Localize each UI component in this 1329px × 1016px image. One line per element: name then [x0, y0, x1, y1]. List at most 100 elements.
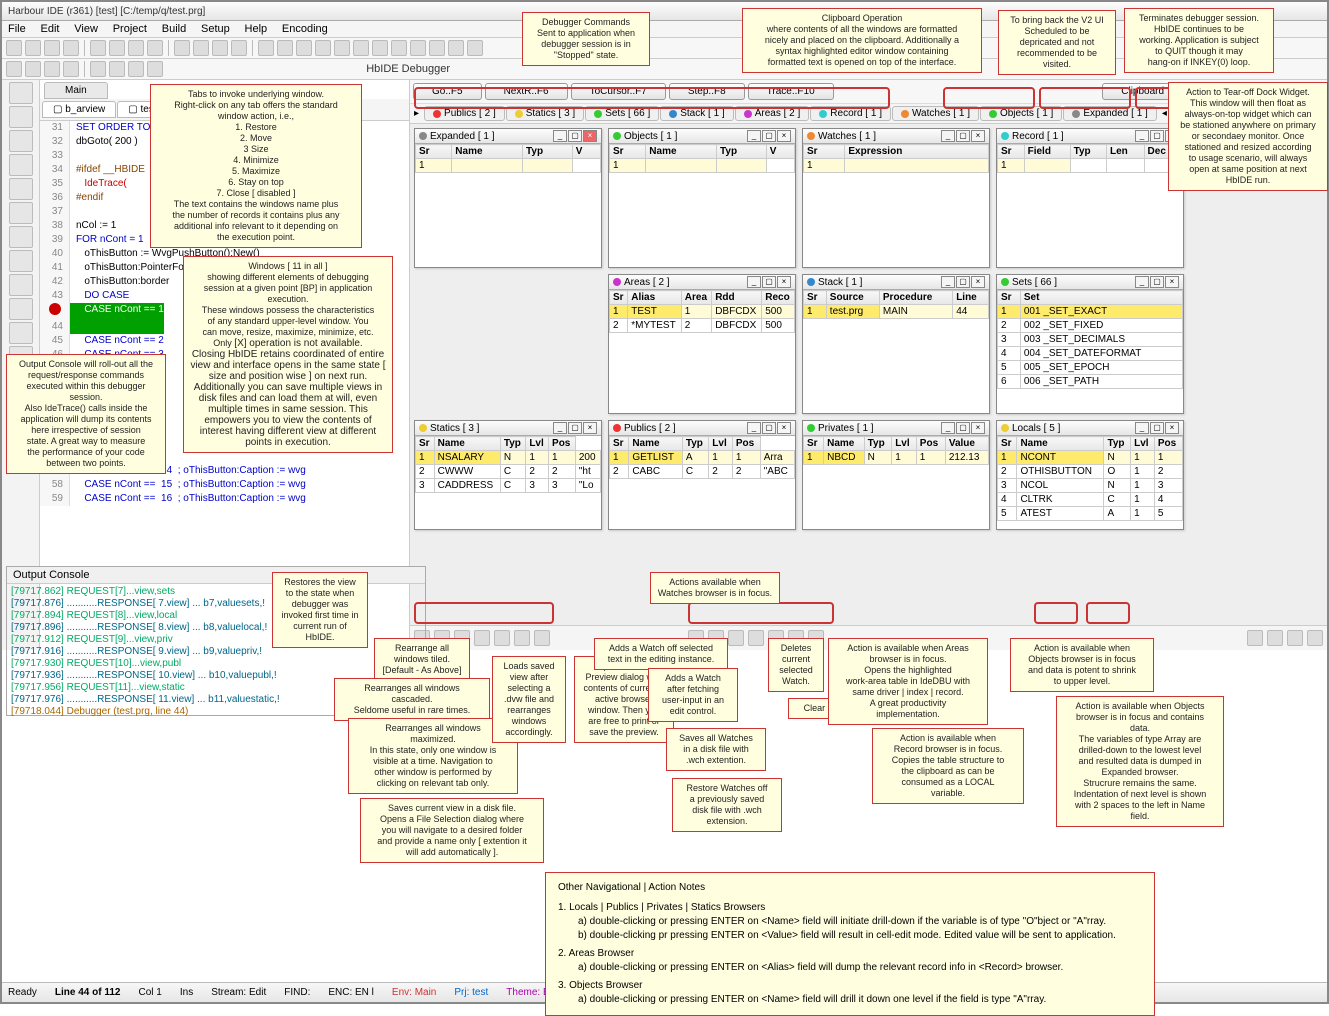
notes-box: Other Navigational | Action Notes 1. Loc… — [545, 872, 1155, 1016]
menu-setup[interactable]: Setup — [201, 23, 230, 35]
dbg-tab[interactable]: Objects [ 1 ] — [980, 106, 1062, 121]
file-tab[interactable]: ▢ b_arview — [42, 101, 116, 118]
win-sets[interactable]: Sets [ 66 ]_▢× SrSet1001 _SET_EXACT2002 … — [996, 274, 1184, 414]
toolbar-icon[interactable] — [128, 61, 144, 77]
status-prj: Prj: test — [454, 987, 488, 998]
menu-file[interactable]: File — [8, 23, 26, 35]
toolbar-icon[interactable] — [6, 40, 22, 56]
toolbar-icon[interactable] — [44, 61, 60, 77]
left-icon[interactable] — [9, 250, 33, 272]
menu-build[interactable]: Build — [162, 23, 186, 35]
foot-watch-restore-icon[interactable] — [748, 630, 764, 646]
callout-addsel: Adds a Watch off selectedtext in the edi… — [594, 638, 728, 670]
toolbar-icon[interactable] — [258, 40, 274, 56]
btn-tocursor[interactable]: ToCursor..F7 — [571, 83, 666, 100]
toolbar-icon[interactable] — [212, 40, 228, 56]
dbg-tab[interactable]: Statics [ 3 ] — [506, 106, 584, 121]
toolbar-icon[interactable] — [231, 40, 247, 56]
dbg-tab[interactable]: Areas [ 2 ] — [735, 106, 810, 121]
win-publics[interactable]: Publics [ 2 ]_▢× SrNameTypLvlPos1GETLIST… — [608, 420, 796, 530]
foot-right-icon[interactable] — [1267, 630, 1283, 646]
callout-tiled: Rearrange allwindows tiled.[Default - As… — [374, 638, 470, 681]
left-icon[interactable] — [9, 298, 33, 320]
left-icon[interactable] — [9, 274, 33, 296]
menu-encoding[interactable]: Encoding — [282, 23, 328, 35]
status-ins: Ins — [180, 987, 193, 998]
foot-save-icon[interactable] — [494, 630, 510, 646]
btn-nextr[interactable]: NextR..F6 — [485, 83, 568, 100]
toolbar-icon[interactable] — [193, 40, 209, 56]
toolbar-icon[interactable] — [429, 40, 445, 56]
foot-right-icon[interactable] — [1247, 630, 1263, 646]
dbg-tab[interactable]: Expanded [ 1 ] — [1063, 106, 1157, 121]
foot-print-icon[interactable] — [534, 630, 550, 646]
callout-windows: Windows [ 11 in all ]showing different e… — [183, 256, 393, 453]
left-icon[interactable] — [9, 202, 33, 224]
toolbar-icon[interactable] — [90, 61, 106, 77]
left-icon[interactable] — [9, 226, 33, 248]
left-icon[interactable] — [9, 154, 33, 176]
menu-project[interactable]: Project — [113, 23, 147, 35]
toolbar-icon[interactable] — [109, 61, 125, 77]
foot-watch-save-icon[interactable] — [728, 630, 744, 646]
win-objects[interactable]: Objects [ 1 ]_▢× SrNameTypV1 — [608, 128, 796, 268]
toolbar-icon[interactable] — [174, 40, 190, 56]
foot-right-icon[interactable] — [1307, 630, 1323, 646]
menu-edit[interactable]: Edit — [41, 23, 60, 35]
foot-maximized-icon[interactable] — [474, 630, 490, 646]
dbg-tab[interactable]: Record [ 1 ] — [810, 106, 891, 121]
win-privates[interactable]: Privates [ 1 ]_▢× SrNameTypLvlPosValue1N… — [802, 420, 990, 530]
toolbar-icon[interactable] — [315, 40, 331, 56]
status-env: Env: Main — [392, 987, 436, 998]
foot-right-icon[interactable] — [1287, 630, 1303, 646]
dbg-tab[interactable]: Watches [ 1 ] — [892, 106, 979, 121]
dbg-tab[interactable]: Publics [ 2 ] — [424, 106, 505, 121]
btn-go[interactable]: Go..F5 — [413, 83, 482, 100]
btn-trace[interactable]: Trace..F10 — [748, 83, 834, 100]
left-icon[interactable] — [9, 322, 33, 344]
win-locals[interactable]: Locals [ 5 ]_▢× SrNameTypLvlPos1NCONTN11… — [996, 420, 1184, 530]
left-icon[interactable] — [9, 130, 33, 152]
toolbar-icon[interactable] — [25, 61, 41, 77]
status-col: Col 1 — [139, 987, 162, 998]
toolbar-icon[interactable] — [410, 40, 426, 56]
main-tab[interactable]: Main — [44, 82, 108, 99]
toolbar-icon[interactable] — [63, 61, 79, 77]
grid-expanded[interactable]: SrNameTypV1 — [415, 144, 601, 173]
toolbar-icon[interactable] — [147, 61, 163, 77]
toolbar-icon[interactable] — [63, 40, 79, 56]
toolbar-icon[interactable] — [334, 40, 350, 56]
toolbar-icon[interactable] — [391, 40, 407, 56]
win-expanded[interactable]: Expanded [ 1 ]_▢× SrNameTypV1 — [414, 128, 602, 268]
toolbar-icon[interactable] — [90, 40, 106, 56]
win-stack[interactable]: Stack [ 1 ]_▢× SrSourceProcedureLine1tes… — [802, 274, 990, 414]
toolbar-icon[interactable] — [448, 40, 464, 56]
toolbar-icon[interactable] — [25, 40, 41, 56]
left-icon[interactable] — [9, 178, 33, 200]
toolbar-icon[interactable] — [44, 40, 60, 56]
toolbar-icon[interactable] — [353, 40, 369, 56]
toolbar-icon[interactable] — [6, 61, 22, 77]
dbg-tab[interactable]: Sets [ 66 ] — [585, 106, 659, 121]
callout-loadview: Loads savedview afterselecting a.dvw fil… — [492, 656, 566, 743]
win-statics[interactable]: Statics [ 3 ]_▢× SrNameTypLvlPos1NSALARY… — [414, 420, 602, 530]
left-icon[interactable] — [9, 82, 33, 104]
win-record[interactable]: Record [ 1 ]_▢× SrFieldTypLenDec1 — [996, 128, 1184, 268]
toolbar-icon[interactable] — [277, 40, 293, 56]
dbg-tab[interactable]: Stack [ 1 ] — [660, 106, 733, 121]
menu-view[interactable]: View — [74, 23, 98, 35]
btn-step[interactable]: Step..F8 — [669, 83, 745, 100]
toolbar-icon[interactable] — [467, 40, 483, 56]
toolbar-icon[interactable] — [296, 40, 312, 56]
toolbar-icon[interactable] — [372, 40, 388, 56]
left-icon[interactable] — [9, 106, 33, 128]
menu-help[interactable]: Help — [245, 23, 268, 35]
win-watches[interactable]: Watches [ 1 ]_▢× SrExpression1 — [802, 128, 990, 268]
callout-watchactions: Actions available whenWatches browser is… — [650, 572, 780, 604]
callout-restore: Restores the viewto the state whendebugg… — [272, 572, 368, 648]
toolbar-icon[interactable] — [109, 40, 125, 56]
toolbar-icon[interactable] — [147, 40, 163, 56]
foot-load-icon[interactable] — [514, 630, 530, 646]
win-areas[interactable]: Areas [ 2 ]_▢× SrAliasAreaRddReco1TEST1D… — [608, 274, 796, 414]
toolbar-icon[interactable] — [128, 40, 144, 56]
